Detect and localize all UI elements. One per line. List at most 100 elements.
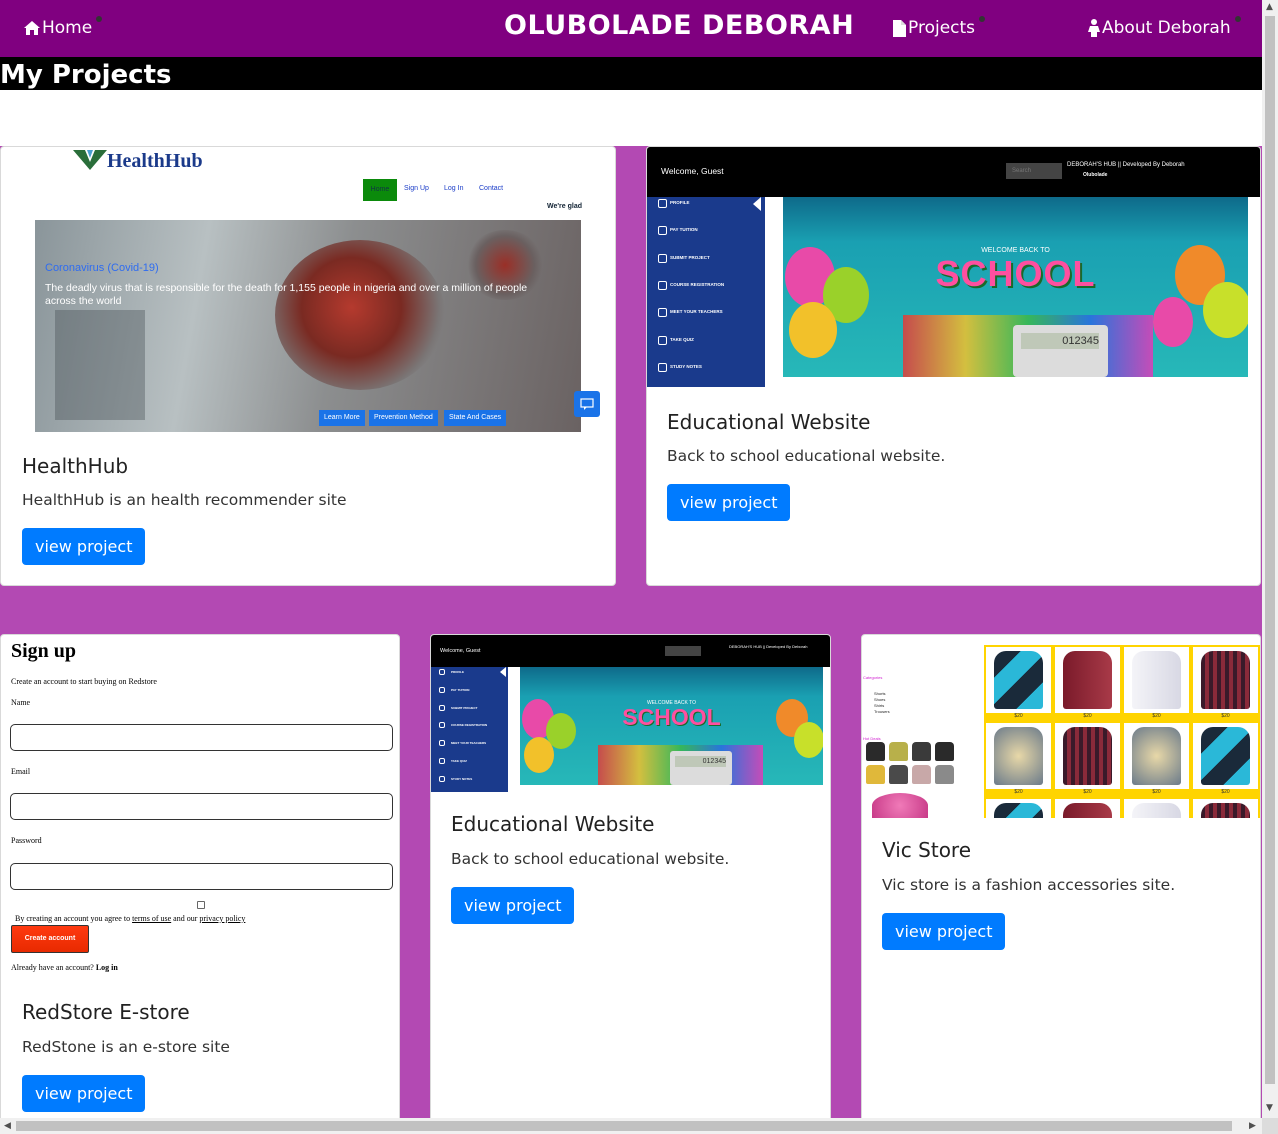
nav-about-label: About Deborah (1102, 18, 1231, 38)
healthhub-learn-more: Learn More (319, 410, 365, 426)
scroll-right-icon[interactable]: ▶ (1249, 1121, 1256, 1131)
nav-home-label: Home (42, 18, 93, 38)
vic-extra-item (872, 793, 928, 818)
redstore-checkbox (197, 901, 205, 909)
edu2-welcome: Welcome, Guest (440, 648, 481, 654)
card-description: Vic store is a fashion accessories site. (882, 876, 1176, 894)
home-icon (24, 21, 40, 35)
product-card (1124, 647, 1189, 713)
product-card (1193, 723, 1258, 789)
educational-screenshot-2: Welcome, Guest DEBORAH'S HUB || Develope… (431, 635, 830, 792)
redstore-name-label: Name (11, 698, 31, 707)
card-title: RedStore E-store (22, 1000, 190, 1024)
view-project-button[interactable]: view project (22, 1075, 146, 1112)
side-menu-item: TAKE QUIZ (451, 759, 467, 763)
edu2-banner: WELCOME BACK TO SCHOOL 012345 (520, 667, 823, 785)
person-icon (1088, 19, 1100, 37)
side-menu-icon (658, 335, 667, 345)
side-menu-item: STUDY NOTES (670, 363, 702, 369)
product-card (1193, 647, 1258, 713)
edu-hub: DEBORAH'S HUB || Developed By Deborah (1067, 162, 1185, 168)
healthhub-menu-home: Home (363, 179, 397, 201)
view-project-button[interactable]: view project (22, 528, 146, 565)
card-title: Educational Website (451, 812, 655, 836)
product-price: $20 (1221, 789, 1230, 795)
side-menu-icon (439, 704, 445, 711)
edu-calculator: 012345 (1013, 325, 1108, 377)
healthhub-menu-login: Log In (444, 185, 464, 192)
shirt-image (1132, 651, 1181, 709)
side-menu-icon (439, 722, 445, 729)
shirt-image (1132, 727, 1181, 785)
view-project-button[interactable]: view project (882, 913, 1006, 950)
scroll-down-icon[interactable]: ▼ (1266, 1103, 1273, 1113)
product-card (1124, 799, 1189, 818)
top-navbar: Home OLUBOLADE DEBORAH Projects About De… (0, 0, 1262, 57)
view-project-button[interactable]: view project (451, 887, 575, 924)
nav-projects-link[interactable]: Projects (893, 16, 986, 38)
healthhub-hero-text: The deadly virus that is responsible for… (45, 282, 528, 307)
page-title: My Projects (0, 57, 1262, 90)
nav-about-link[interactable]: About Deborah (1088, 16, 1241, 38)
edu-header: Welcome, Guest Search DEBORAH'S HUB || D… (647, 147, 1260, 197)
horizontal-scroll-thumb[interactable] (16, 1121, 1232, 1131)
vertical-scrollbar[interactable]: ▲ ▼ (1262, 0, 1278, 1118)
side-menu-item: SUBMIT PROJECT (451, 705, 478, 710)
view-project-button[interactable]: view project (667, 484, 791, 521)
nav-dot (96, 16, 103, 22)
nav-dot (1234, 16, 1241, 22)
project-card-redstore: Sign up Create an account to start buyin… (0, 634, 400, 1134)
product-price: $20 (1083, 789, 1092, 795)
vic-categories: Categories (863, 675, 883, 680)
scroll-left-icon[interactable]: ◀ (4, 1121, 11, 1131)
card-title: Vic Store (882, 838, 972, 862)
card-description: Back to school educational website. (451, 850, 730, 868)
healthhub-menu-signup: Sign Up (404, 185, 429, 192)
side-menu-item: MEET YOUR TEACHERS (670, 309, 723, 315)
edu-calc-display: 012345 (1021, 333, 1099, 349)
redstore-and-our: and our (173, 914, 198, 923)
card-description: Back to school educational website. (667, 447, 946, 465)
healthhub-menu-contact: Contact (479, 185, 504, 192)
healthhub-hero-title: Coronavirus (Covid-19) (45, 262, 159, 274)
healthhub-logo-text: HealthHub (107, 150, 203, 172)
scroll-up-icon[interactable]: ▲ (1266, 2, 1273, 12)
healthhub-prevention: Prevention Method (369, 410, 438, 426)
product-price: $20 (1221, 713, 1230, 719)
healthhub-state-cases: State And Cases (444, 410, 507, 426)
side-menu-icon (658, 362, 667, 372)
edu-search: Search (1006, 163, 1062, 179)
redstore-login-prefix: Already have an account? (11, 963, 94, 972)
redstore-login-link: Log in (95, 963, 118, 972)
side-menu-item: COURSE REGISTRATION (451, 723, 488, 728)
vertical-scroll-thumb[interactable] (1265, 16, 1275, 1084)
mini-product (866, 742, 885, 761)
healthhub-screenshot: HealthHub Home Sign Up Log In Contact We… (35, 147, 601, 432)
vic-product-grid: $20 $20 $20 $20 $20 $20 $20 $20 (984, 645, 1260, 818)
project-card-healthhub: HealthHub Home Sign Up Log In Contact We… (0, 146, 616, 586)
redstore-password-label: Password (11, 836, 42, 845)
redstore-login-row: Already have an account? Log in (11, 963, 118, 972)
card-description: HealthHub is an health recommender site (22, 491, 347, 509)
redstore-name-field (10, 724, 393, 751)
project-card-educational: Welcome, Guest Search DEBORAH'S HUB || D… (646, 146, 1261, 586)
product-card (1055, 723, 1120, 789)
nav-home-link[interactable]: Home (24, 16, 103, 38)
vicstore-screenshot: Categories Shorts Shoes Shirts Trousers Hot… (862, 635, 1260, 818)
project-card-educational-2: Welcome, Guest DEBORAH'S HUB || Develope… (430, 634, 831, 1134)
horizontal-scrollbar[interactable]: ◀ ▶ (0, 1118, 1262, 1134)
shirt-image (1201, 651, 1250, 709)
product-price: $20 (1152, 789, 1161, 795)
side-menu-icon (439, 740, 445, 747)
product-card (986, 799, 1051, 818)
scrollbar-corner (1262, 1118, 1278, 1134)
site-brand: OLUBOLADE DEBORAH (504, 10, 855, 41)
edu-user: Olubolade (1083, 172, 1108, 178)
side-menu-icon (439, 686, 445, 693)
healthhub-ticker: We're glad (547, 203, 582, 210)
side-menu-icon (439, 758, 445, 764)
product-card (1193, 799, 1258, 818)
file-icon (893, 19, 906, 37)
card-title: Educational Website (667, 410, 871, 434)
edu-banner: WELCOME BACK TO SCHOOL 012345 (783, 197, 1248, 377)
